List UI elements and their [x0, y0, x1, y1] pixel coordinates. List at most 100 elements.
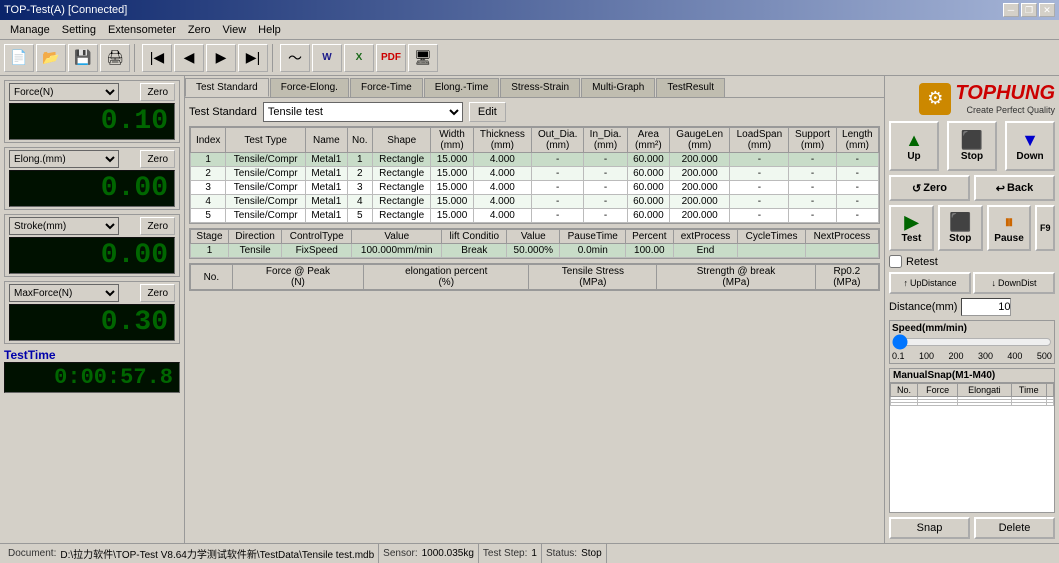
- force-header: Force(N) Zero: [9, 83, 175, 101]
- test-button[interactable]: ▶ Test: [889, 205, 934, 251]
- toolbar-next[interactable]: ▶: [206, 44, 236, 72]
- table-row[interactable]: 1Tensile/ComprMetal11Rectangle15.0004.00…: [191, 153, 879, 167]
- sensor-value: 1000.035kg: [422, 548, 474, 559]
- specimens-scroll[interactable]: Index Test Type Name No. Shape Width(mm)…: [190, 127, 879, 223]
- test-time-label: TestTime: [4, 348, 180, 362]
- menu-view[interactable]: View: [217, 23, 253, 37]
- stop-button-bottom[interactable]: ⬛ Stop: [938, 205, 983, 251]
- back-function-button[interactable]: ↩ Back: [974, 175, 1055, 201]
- tab-elong-time[interactable]: Elong.-Time: [424, 78, 500, 97]
- zero-back-row: ↺ Zero ↩ Back: [889, 175, 1055, 201]
- table-row[interactable]: 1TensileFixSpeed100.000mm/minBreak50.000…: [191, 244, 879, 258]
- specimens-header-row: Index Test Type Name No. Shape Width(mm)…: [191, 128, 879, 153]
- toolbar-monitor[interactable]: 🖥: [408, 44, 438, 72]
- process-header-row: Stage Direction ControlType Value lift C…: [191, 230, 879, 244]
- rcol-elong-pct: elongation percent(%): [364, 265, 529, 290]
- force-value: 0.10: [9, 103, 175, 140]
- up-icon: ▲: [905, 130, 923, 151]
- menu-manage[interactable]: Manage: [4, 23, 56, 37]
- main-layout: Force(N) Zero 0.10 Elong.(mm) Zero 0.00 …: [0, 76, 1059, 543]
- tab-test-standard[interactable]: Test Standard: [185, 78, 269, 97]
- delete-button[interactable]: Delete: [974, 517, 1055, 539]
- results-scroll[interactable]: No. Force @ Peak(N) elongation percent(%…: [190, 264, 879, 290]
- rcol-tensile-stress: Tensile Stress(MPa): [529, 265, 657, 290]
- maxforce-select[interactable]: MaxForce(N): [9, 284, 119, 302]
- sensor-label: Sensor:: [383, 548, 417, 559]
- results-table: No. Force @ Peak(N) elongation percent(%…: [190, 264, 879, 290]
- tab-stress-strain[interactable]: Stress-Strain: [500, 78, 580, 97]
- down-icon: ▼: [1021, 130, 1039, 151]
- retest-checkbox[interactable]: [889, 255, 902, 268]
- toolbar-new[interactable]: 📄: [4, 44, 34, 72]
- pause-button[interactable]: ⏸ Pause: [987, 205, 1032, 251]
- tab-multi-graph[interactable]: Multi-Graph: [581, 78, 655, 97]
- toolbar-print[interactable]: 🖨: [100, 44, 130, 72]
- up-down-dist-row: ↑ UpDistance ↓ DownDist: [889, 272, 1055, 294]
- elong-select[interactable]: Elong.(mm): [9, 150, 119, 168]
- pcol-value: Value: [352, 230, 442, 244]
- down-button[interactable]: ▼ Down: [1005, 121, 1055, 171]
- col-load-span: LoadSpan(mm): [730, 128, 789, 153]
- test-time-value: 0:00:57.8: [4, 362, 180, 393]
- stroke-zero-button[interactable]: Zero: [140, 217, 175, 235]
- test-standard-label: Test Standard: [189, 106, 257, 118]
- stroke-select[interactable]: Stroke(mm): [9, 217, 119, 235]
- menu-extensometer[interactable]: Extensometer: [102, 23, 182, 37]
- up-distance-button[interactable]: ↑ UpDistance: [889, 272, 971, 294]
- stop-icon-bottom: ⬛: [949, 212, 971, 233]
- menu-help[interactable]: Help: [252, 23, 287, 37]
- test-standard-select[interactable]: Tensile test: [263, 102, 463, 122]
- col-no: No.: [347, 128, 372, 153]
- toolbar-open[interactable]: 📂: [36, 44, 66, 72]
- toolbar-save[interactable]: 💾: [68, 44, 98, 72]
- test-icon: ▶: [904, 212, 918, 233]
- maxforce-zero-button[interactable]: Zero: [140, 284, 175, 302]
- status-label-text: Status:: [546, 548, 577, 559]
- toolbar-excel[interactable]: X: [344, 44, 374, 72]
- minimize-button[interactable]: ─: [1003, 3, 1019, 17]
- table-row[interactable]: 2Tensile/ComprMetal12Rectangle15.0004.00…: [191, 167, 879, 181]
- table-row[interactable]: 5Tensile/ComprMetal15Rectangle15.0004.00…: [191, 209, 879, 223]
- title-text: TOP-Test(A) [Connected]: [4, 4, 127, 16]
- up-button[interactable]: ▲ Up: [889, 121, 939, 171]
- zero-function-button[interactable]: ↺ Zero: [889, 175, 970, 201]
- elong-header: Elong.(mm) Zero: [9, 150, 175, 168]
- logo-main-text: TOPHUNG: [955, 82, 1055, 105]
- retest-label: Retest: [906, 256, 938, 268]
- toolbar-prev[interactable]: ◀: [174, 44, 204, 72]
- menu-setting[interactable]: Setting: [56, 23, 102, 37]
- toolbar-word[interactable]: W: [312, 44, 342, 72]
- left-panel: Force(N) Zero 0.10 Elong.(mm) Zero 0.00 …: [0, 76, 185, 543]
- toolbar-pdf[interactable]: PDF: [376, 44, 406, 72]
- test-step-label: Test Step:: [483, 548, 527, 559]
- force-select[interactable]: Force(N): [9, 83, 119, 101]
- stop-button-top[interactable]: ⬛ Stop: [947, 121, 997, 171]
- restore-button[interactable]: ❐: [1021, 3, 1037, 17]
- distance-input[interactable]: [961, 298, 1011, 316]
- down-dist-button[interactable]: ↓ DownDist: [973, 272, 1055, 294]
- elong-zero-button[interactable]: Zero: [140, 150, 175, 168]
- menu-zero[interactable]: Zero: [182, 23, 217, 37]
- toolbar-wave[interactable]: 〜: [280, 44, 310, 72]
- tab-test-result[interactable]: TestResult: [656, 78, 725, 97]
- col-gauge-len: GaugeLen(mm): [669, 128, 729, 153]
- edit-button[interactable]: Edit: [469, 102, 506, 122]
- table-row[interactable]: 4Tensile/ComprMetal14Rectangle15.0004.00…: [191, 195, 879, 209]
- tab-force-elong[interactable]: Force-Elong.: [270, 78, 349, 97]
- maxforce-value: 0.30: [9, 304, 175, 341]
- speed-slider[interactable]: [892, 336, 1052, 348]
- rcol-no: No.: [191, 265, 233, 290]
- process-scroll[interactable]: Stage Direction ControlType Value lift C…: [190, 229, 879, 258]
- toolbar-last[interactable]: ▶|: [238, 44, 268, 72]
- snap-button[interactable]: Snap: [889, 517, 970, 539]
- force-zero-button[interactable]: Zero: [140, 83, 175, 101]
- close-button[interactable]: ✕: [1039, 3, 1055, 17]
- f9-button[interactable]: F9: [1035, 205, 1055, 251]
- col-index: Index: [191, 128, 226, 153]
- status-document: Document: D:\拉力软件\TOP-Test V8.64力学测试软件新\…: [4, 544, 379, 563]
- tab-force-time[interactable]: Force-Time: [350, 78, 423, 97]
- zero-icon: ↺: [912, 182, 921, 195]
- toolbar-first[interactable]: |◀: [142, 44, 172, 72]
- table-row[interactable]: 3Tensile/ComprMetal13Rectangle15.0004.00…: [191, 181, 879, 195]
- elong-group: Elong.(mm) Zero 0.00: [4, 147, 180, 210]
